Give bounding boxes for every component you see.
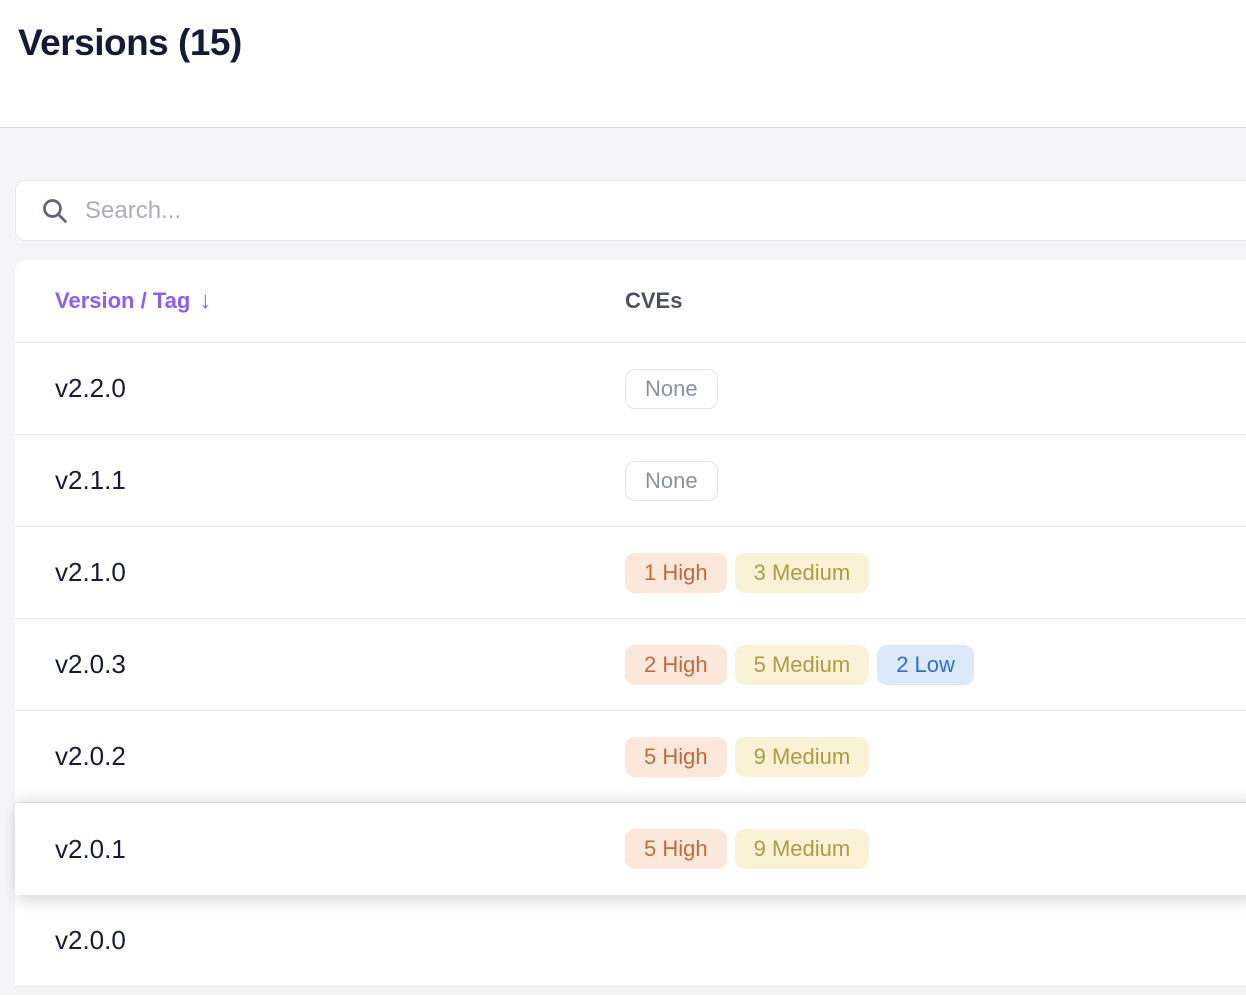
- column-header-cves: CVEs: [625, 288, 683, 313]
- cves-cell: 1 High 3 Medium: [625, 552, 1246, 593]
- cve-badge-medium[interactable]: 9 Medium: [734, 829, 870, 869]
- version-cell: v2.0.3: [55, 649, 126, 679]
- page-title: Versions (15): [18, 22, 242, 63]
- cves-cell: 5 High 9 Medium: [625, 829, 1246, 869]
- table-row[interactable]: v2.0.1 5 High 9 Medium: [15, 803, 1246, 895]
- cve-badge-high[interactable]: 5 High: [625, 736, 727, 777]
- cve-badge-high[interactable]: 1 High: [625, 552, 727, 593]
- search-input[interactable]: [85, 196, 1246, 225]
- cve-badge-medium[interactable]: 5 Medium: [734, 644, 870, 685]
- version-cell: v2.2.0: [55, 373, 126, 403]
- column-header-version-tag[interactable]: Version / Tag ↓: [15, 287, 625, 315]
- cves-cell: None: [625, 460, 1246, 501]
- search-icon: [43, 199, 67, 223]
- table-row[interactable]: v2.1.0 1 High 3 Medium: [15, 527, 1246, 619]
- versions-table: Version / Tag ↓ CVEs v2.2.0 None v2.1.1 …: [15, 260, 1246, 987]
- table-row[interactable]: v2.0.2 5 High 9 Medium: [15, 711, 1246, 803]
- cves-cell: 5 High 9 Medium: [625, 736, 1246, 777]
- cve-badge-none[interactable]: None: [625, 460, 718, 501]
- table-row[interactable]: v2.1.1 None: [15, 435, 1246, 527]
- version-cell: v2.1.1: [55, 465, 126, 495]
- cves-cell: 2 High 5 Medium 2 Low: [625, 644, 1246, 685]
- table-header-row: Version / Tag ↓ CVEs: [15, 260, 1246, 343]
- cve-badge-medium[interactable]: 9 Medium: [734, 736, 870, 777]
- cve-badge-high[interactable]: 2 High: [625, 644, 727, 685]
- sort-descending-icon: ↓: [199, 287, 212, 314]
- version-cell: v2.0.2: [55, 741, 126, 771]
- content-area: Version / Tag ↓ CVEs v2.2.0 None v2.1.1 …: [0, 128, 1246, 995]
- cve-badge-none[interactable]: None: [625, 368, 718, 409]
- cve-badge-low[interactable]: 2 Low: [877, 644, 974, 685]
- table-body: v2.2.0 None v2.1.1 None v2.1.0 1 High 3 M…: [15, 343, 1246, 987]
- version-cell: v2.0.1: [55, 833, 126, 864]
- search-bar[interactable]: [15, 180, 1246, 241]
- page-header: Versions (15): [0, 0, 1246, 128]
- cve-badge-high[interactable]: 5 High: [625, 829, 727, 869]
- table-row[interactable]: v2.0.0: [15, 895, 1246, 987]
- cves-cell: None: [625, 368, 1246, 409]
- column-header-version-tag-label: Version / Tag: [55, 288, 191, 313]
- table-row[interactable]: v2.2.0 None: [15, 343, 1246, 435]
- table-row[interactable]: v2.0.3 2 High 5 Medium 2 Low: [15, 619, 1246, 711]
- version-cell: v2.1.0: [55, 557, 126, 587]
- version-cell: v2.0.0: [55, 925, 126, 955]
- cve-badge-medium[interactable]: 3 Medium: [734, 552, 870, 593]
